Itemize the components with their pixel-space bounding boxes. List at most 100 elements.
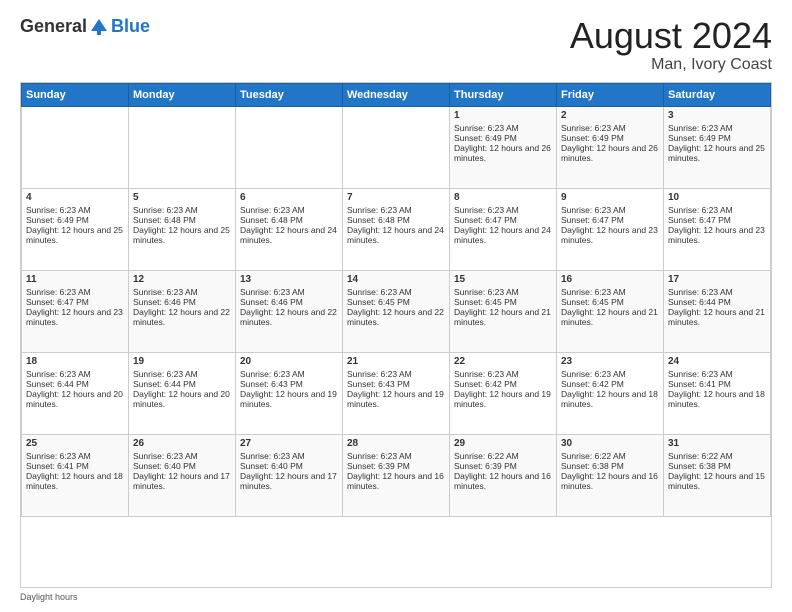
day-number: 5 [133, 192, 231, 203]
cell-text: Sunrise: 6:23 AM [26, 205, 124, 215]
cell-text: Sunrise: 6:23 AM [668, 205, 766, 215]
cell-text: Sunrise: 6:23 AM [133, 287, 231, 297]
cell-text: Sunrise: 6:23 AM [240, 369, 338, 379]
cell-text: Daylight: 12 hours and 20 minutes. [26, 389, 124, 409]
calendar-cell: 12Sunrise: 6:23 AMSunset: 6:46 PMDayligh… [129, 270, 236, 352]
cell-text: Sunrise: 6:23 AM [454, 287, 552, 297]
cell-text: Sunrise: 6:23 AM [561, 205, 659, 215]
calendar-cell: 18Sunrise: 6:23 AMSunset: 6:44 PMDayligh… [22, 352, 129, 434]
cell-text: Sunset: 6:46 PM [133, 297, 231, 307]
calendar-week-row: 1Sunrise: 6:23 AMSunset: 6:49 PMDaylight… [22, 106, 771, 188]
day-number: 27 [240, 438, 338, 449]
cell-text: Sunset: 6:38 PM [668, 461, 766, 471]
cell-text: Sunset: 6:43 PM [347, 379, 445, 389]
cell-text: Daylight: 12 hours and 25 minutes. [133, 225, 231, 245]
cell-text: Daylight: 12 hours and 18 minutes. [26, 471, 124, 491]
cell-text: Daylight: 12 hours and 21 minutes. [454, 307, 552, 327]
calendar-cell: 23Sunrise: 6:23 AMSunset: 6:42 PMDayligh… [557, 352, 664, 434]
cell-text: Sunset: 6:46 PM [240, 297, 338, 307]
day-number: 7 [347, 192, 445, 203]
header-day-friday: Friday [557, 83, 664, 106]
cell-text: Sunset: 6:49 PM [26, 215, 124, 225]
day-number: 22 [454, 356, 552, 367]
calendar-table: SundayMondayTuesdayWednesdayThursdayFrid… [21, 83, 771, 517]
header-day-sunday: Sunday [22, 83, 129, 106]
cell-text: Sunrise: 6:23 AM [26, 451, 124, 461]
header-day-saturday: Saturday [664, 83, 771, 106]
cell-text: Daylight: 12 hours and 17 minutes. [133, 471, 231, 491]
calendar-cell: 7 Sunrise: 6:23 AMSunset: 6:48 PMDaylight… [343, 188, 450, 270]
cell-text: Daylight: 12 hours and 24 minutes. [347, 225, 445, 245]
calendar-cell: 4 Sunrise: 6:23 AMSunset: 6:49 PMDaylight… [22, 188, 129, 270]
cell-text: Sunrise: 6:23 AM [240, 451, 338, 461]
cell-text: Sunset: 6:39 PM [347, 461, 445, 471]
cell-text: Daylight: 12 hours and 23 minutes. [561, 225, 659, 245]
day-number: 21 [347, 356, 445, 367]
cell-text: Daylight: 12 hours and 25 minutes. [26, 225, 124, 245]
day-number: 4 [26, 192, 124, 203]
cell-text: Daylight: 12 hours and 24 minutes. [240, 225, 338, 245]
cell-text: Sunset: 6:40 PM [240, 461, 338, 471]
cell-text: Sunset: 6:45 PM [347, 297, 445, 307]
cell-text: Sunset: 6:41 PM [668, 379, 766, 389]
day-number: 24 [668, 356, 766, 367]
calendar-cell: 2 Sunrise: 6:23 AMSunset: 6:49 PMDaylight… [557, 106, 664, 188]
header-day-monday: Monday [129, 83, 236, 106]
calendar-cell: 13Sunrise: 6:23 AMSunset: 6:46 PMDayligh… [236, 270, 343, 352]
day-number: 30 [561, 438, 659, 449]
header-day-tuesday: Tuesday [236, 83, 343, 106]
day-number: 19 [133, 356, 231, 367]
cell-text: Daylight: 12 hours and 16 minutes. [454, 471, 552, 491]
calendar-cell: 30Sunrise: 6:22 AMSunset: 6:38 PMDayligh… [557, 434, 664, 516]
cell-text: Sunset: 6:44 PM [26, 379, 124, 389]
cell-text: Sunrise: 6:23 AM [133, 369, 231, 379]
cell-text: Sunset: 6:48 PM [347, 215, 445, 225]
cell-text: Sunrise: 6:23 AM [133, 205, 231, 215]
day-number: 3 [668, 110, 766, 121]
cell-text: Sunset: 6:41 PM [26, 461, 124, 471]
cell-text: Sunrise: 6:23 AM [347, 287, 445, 297]
day-number: 2 [561, 110, 659, 121]
cell-text: Daylight: 12 hours and 18 minutes. [668, 389, 766, 409]
day-number: 10 [668, 192, 766, 203]
calendar-cell: 16Sunrise: 6:23 AMSunset: 6:45 PMDayligh… [557, 270, 664, 352]
cell-text: Sunset: 6:38 PM [561, 461, 659, 471]
cell-text: Daylight: 12 hours and 20 minutes. [133, 389, 231, 409]
cell-text: Sunrise: 6:23 AM [561, 123, 659, 133]
cell-text: Daylight: 12 hours and 15 minutes. [668, 471, 766, 491]
cell-text: Sunrise: 6:23 AM [347, 205, 445, 215]
cell-text: Daylight: 12 hours and 17 minutes. [240, 471, 338, 491]
day-number: 28 [347, 438, 445, 449]
calendar-cell [343, 106, 450, 188]
logo-blue-text: Blue [111, 16, 150, 37]
cell-text: Sunset: 6:49 PM [561, 133, 659, 143]
cell-text: Sunset: 6:48 PM [133, 215, 231, 225]
cell-text: Sunset: 6:48 PM [240, 215, 338, 225]
calendar-cell [236, 106, 343, 188]
cell-text: Daylight: 12 hours and 18 minutes. [561, 389, 659, 409]
header-day-wednesday: Wednesday [343, 83, 450, 106]
cell-text: Sunrise: 6:22 AM [454, 451, 552, 461]
calendar-cell: 31Sunrise: 6:22 AMSunset: 6:38 PMDayligh… [664, 434, 771, 516]
day-number: 17 [668, 274, 766, 285]
cell-text: Sunset: 6:45 PM [561, 297, 659, 307]
cell-text: Sunset: 6:47 PM [26, 297, 124, 307]
cell-text: Sunset: 6:39 PM [454, 461, 552, 471]
calendar-week-row: 18Sunrise: 6:23 AMSunset: 6:44 PMDayligh… [22, 352, 771, 434]
cell-text: Sunset: 6:44 PM [668, 297, 766, 307]
cell-text: Daylight: 12 hours and 24 minutes. [454, 225, 552, 245]
cell-text: Sunrise: 6:23 AM [454, 123, 552, 133]
day-number: 14 [347, 274, 445, 285]
cell-text: Sunrise: 6:23 AM [454, 369, 552, 379]
cell-text: Sunset: 6:42 PM [454, 379, 552, 389]
cell-text: Sunrise: 6:23 AM [347, 369, 445, 379]
calendar-cell [129, 106, 236, 188]
calendar-cell: 5 Sunrise: 6:23 AMSunset: 6:48 PMDaylight… [129, 188, 236, 270]
day-number: 26 [133, 438, 231, 449]
cell-text: Sunset: 6:40 PM [133, 461, 231, 471]
cell-text: Daylight: 12 hours and 16 minutes. [561, 471, 659, 491]
cell-text: Daylight: 12 hours and 26 minutes. [561, 143, 659, 163]
calendar: SundayMondayTuesdayWednesdayThursdayFrid… [20, 82, 772, 588]
cell-text: Sunrise: 6:23 AM [668, 123, 766, 133]
cell-text: Sunrise: 6:23 AM [347, 451, 445, 461]
